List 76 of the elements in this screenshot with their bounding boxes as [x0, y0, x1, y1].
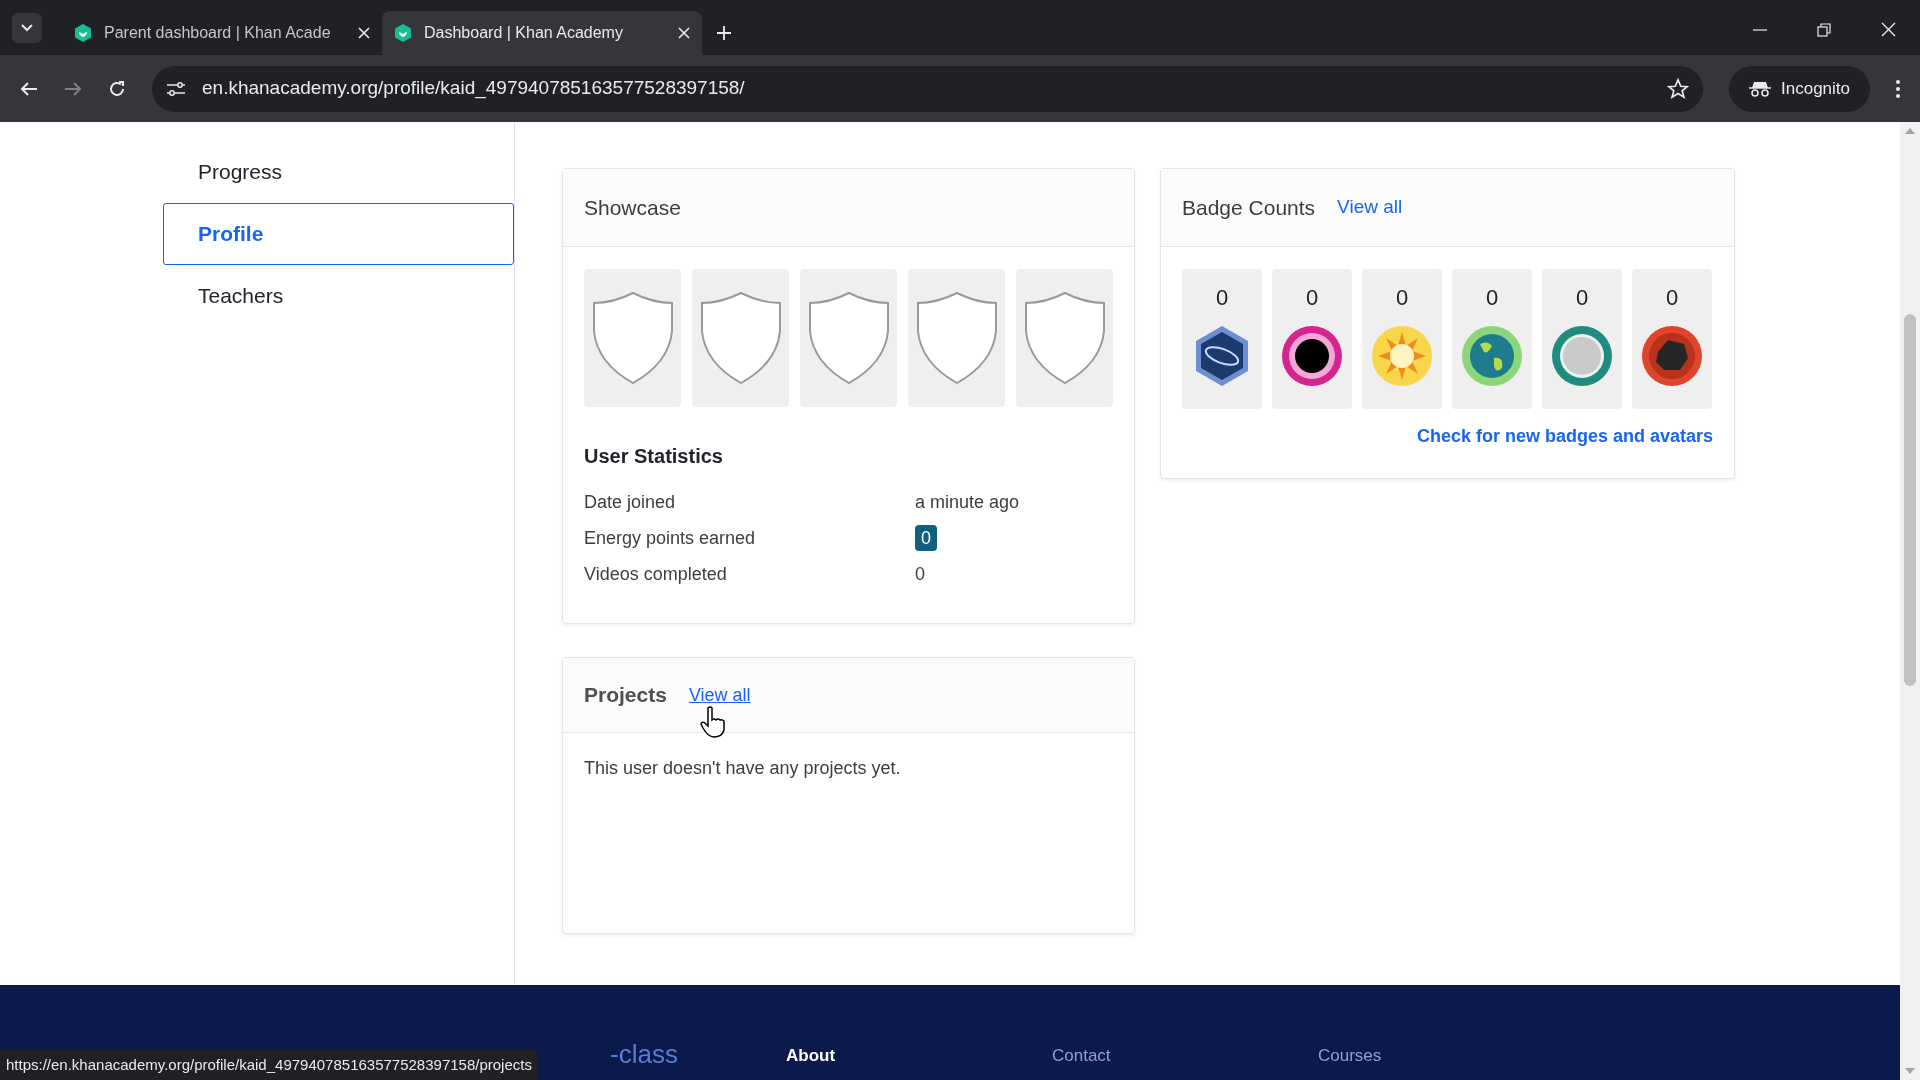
badge-count: 0 — [1215, 284, 1229, 312]
chevron-down-icon — [21, 24, 33, 32]
restore-icon[interactable] — [1817, 22, 1831, 37]
badge-tile[interactable]: 0 — [1182, 269, 1262, 409]
badge-tile[interactable]: 0 — [1542, 269, 1622, 409]
view-all-link[interactable]: View all — [688, 681, 751, 709]
star-icon[interactable] — [1667, 77, 1689, 100]
reload-icon[interactable] — [108, 79, 126, 98]
scroll-thumb[interactable] — [1904, 314, 1916, 686]
forward-arrow-icon[interactable] — [64, 80, 82, 97]
showcase-slot[interactable] — [1016, 269, 1113, 407]
empty-message: This user doesn't have any projects yet. — [583, 757, 902, 780]
tab-title: Dashboard | Khan Academy — [424, 23, 624, 43]
incognito-icon — [1749, 79, 1771, 98]
browser-tab[interactable]: Dashboard | Khan Academy — [382, 11, 702, 55]
badge-count: 0 — [1305, 284, 1319, 312]
incognito-chip[interactable]: Incognito — [1729, 65, 1870, 112]
vortex-badge-icon — [1280, 324, 1344, 388]
badge-tile[interactable]: 0 — [1632, 269, 1712, 409]
shield-icon — [1022, 291, 1107, 385]
showcase-slot[interactable] — [584, 269, 681, 407]
view-all-link[interactable]: View all — [1337, 193, 1403, 222]
section-heading: User Statistics — [584, 444, 724, 469]
shield-icon — [590, 291, 675, 385]
stat-value: 0 — [915, 562, 925, 586]
stat-label: Date joined — [584, 490, 677, 514]
tab-title: Parent dashboard | Khan Acade — [104, 23, 332, 43]
showcase-slot[interactable] — [692, 269, 789, 407]
more-menu-icon[interactable] — [1896, 79, 1900, 98]
sidebar-item[interactable]: Progress — [163, 141, 514, 203]
card-title: Projects — [584, 682, 667, 709]
stat-value: a minute ago — [915, 490, 1020, 514]
site-settings-icon[interactable] — [166, 80, 186, 97]
scrollbar[interactable] — [1900, 122, 1920, 1080]
card-title: Showcase — [584, 194, 681, 221]
footer-link[interactable]: About — [786, 1042, 1052, 1074]
badge-tile[interactable]: 0 — [1272, 269, 1352, 409]
badge-count: 0 — [1395, 284, 1409, 312]
footer-text: -class — [610, 1038, 679, 1071]
url-text: en.khanacademy.org/profile/kaid_497940785163577528397158/ — [202, 76, 746, 101]
minimize-icon[interactable] — [1753, 28, 1767, 31]
asteroid-badge-icon — [1640, 324, 1704, 388]
status-tooltip: https://en.khanacademy.org/profile/kaid_497940785163577528397158/projects — [0, 1050, 538, 1080]
card-title: Badge Counts — [1182, 194, 1316, 221]
showcase-slot[interactable] — [908, 269, 1005, 407]
footer-link[interactable]: Courses — [1318, 1042, 1584, 1074]
badge-count: 0 — [1665, 284, 1679, 312]
tab-list-button[interactable] — [12, 13, 42, 43]
shield-icon — [698, 291, 783, 385]
plus-icon[interactable] — [716, 25, 732, 41]
sun-badge-icon — [1370, 324, 1434, 388]
showcase-slot[interactable] — [800, 269, 897, 407]
address-bar[interactable]: en.khanacademy.org/profile/kaid_497940785163577528397158/ — [152, 65, 1703, 112]
sidebar-item[interactable]: Teachers — [163, 265, 514, 327]
badge-count: 0 — [1575, 284, 1589, 312]
footer-link[interactable]: Contact — [1052, 1042, 1318, 1074]
leaf-logo-icon — [74, 23, 92, 43]
back-arrow-icon[interactable] — [20, 80, 38, 97]
browser-tab[interactable]: Parent dashboard | Khan Acade — [62, 11, 382, 55]
moon-badge-icon — [1550, 324, 1614, 388]
close-icon[interactable] — [358, 27, 370, 39]
energy-points-badge: 0 — [915, 525, 937, 551]
earth-badge-icon — [1460, 324, 1524, 388]
shield-icon — [914, 291, 999, 385]
stat-label: Energy points earned — [584, 526, 757, 550]
leaf-logo-icon — [394, 23, 412, 43]
shield-icon — [806, 291, 891, 385]
check-badges-link[interactable]: Check for new badges and avatars — [1416, 423, 1713, 450]
incognito-label: Incognito — [1781, 77, 1850, 100]
badge-tile[interactable]: 0 — [1452, 269, 1532, 409]
close-icon[interactable] — [1881, 22, 1896, 37]
close-icon[interactable] — [678, 27, 690, 39]
sidebar-item[interactable]: Profile — [163, 203, 514, 265]
stat-label: Videos completed — [584, 562, 728, 586]
badge-tile[interactable]: 0 — [1362, 269, 1442, 409]
badge-count: 0 — [1485, 284, 1499, 312]
